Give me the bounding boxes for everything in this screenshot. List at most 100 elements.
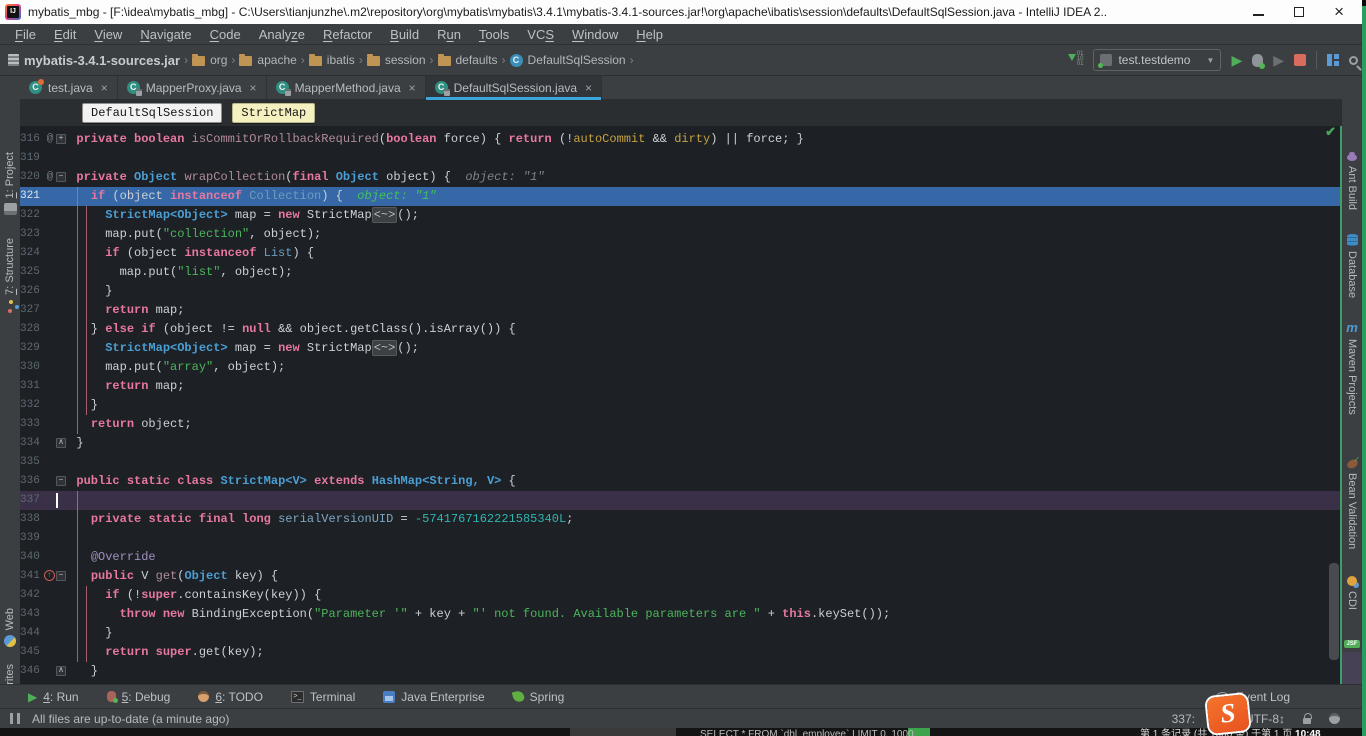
code-line-316[interactable]: 316@+ private boolean isCommitOrRollback… <box>20 130 1342 149</box>
code-line-340[interactable]: 340 @Override <box>20 548 1342 567</box>
run-configuration-select[interactable]: test.testdemo ▼ <box>1093 49 1221 71</box>
code-line-327[interactable]: 327 return map; <box>20 301 1342 320</box>
code-line-339[interactable]: 339 <box>20 529 1342 548</box>
annotation-gutter-icon[interactable]: @ <box>44 130 56 149</box>
code-line-336[interactable]: 336− public static class StrictMap<V> ex… <box>20 472 1342 491</box>
tool-window-button-Ant Build[interactable]: Ant Build <box>1342 154 1362 210</box>
bytecode-order-icon[interactable]: 011001 <box>1067 52 1083 68</box>
code-line-325[interactable]: 325 map.put("list", object); <box>20 263 1342 282</box>
code-line-332[interactable]: 332 } <box>20 396 1342 415</box>
code-line-335[interactable]: 335 <box>20 453 1342 472</box>
file-encoding[interactable]: UTF-8↕ <box>1245 712 1285 726</box>
overriding-method-icon[interactable]: ↑ <box>44 570 55 581</box>
menu-item-window[interactable]: Window <box>563 27 627 42</box>
menu-item-code[interactable]: Code <box>201 27 250 42</box>
editor-tab-DefaultSqlSession.java[interactable]: CDefaultSqlSession.java× <box>426 76 602 99</box>
fold-marker-icon[interactable]: ∧ <box>56 666 66 676</box>
menu-item-analyze[interactable]: Analyze <box>250 27 314 42</box>
fold-marker-icon[interactable]: − <box>56 571 66 581</box>
breadcrumb-item[interactable]: org <box>192 53 227 67</box>
code-line-326[interactable]: 326 } <box>20 282 1342 301</box>
maximize-button[interactable] <box>1294 7 1304 17</box>
run-with-coverage-button[interactable]: ▶ <box>1273 53 1284 67</box>
code-line-338[interactable]: 338 private static final long serialVers… <box>20 510 1342 529</box>
structure-chip-DefaultSqlSession[interactable]: DefaultSqlSession <box>82 103 222 123</box>
code-line-320[interactable]: 320@− private Object wrapCollection(fina… <box>20 168 1342 187</box>
code-line-330[interactable]: 330 map.put("array", object); <box>20 358 1342 377</box>
tool-window-button-Spring[interactable]: Spring <box>513 690 565 704</box>
code-line-329[interactable]: 329 StrictMap<Object> map = new StrictMa… <box>20 339 1342 358</box>
tool-window-button-Web[interactable]: Web <box>0 608 20 647</box>
stop-button[interactable] <box>1294 54 1306 66</box>
code-line-322[interactable]: 322 StrictMap<Object> map = new StrictMa… <box>20 206 1342 225</box>
run-button[interactable]: ▶ <box>1231 53 1242 67</box>
breadcrumb-item[interactable]: mybatis-3.4.1-sources.jar <box>8 53 180 68</box>
code-line-346[interactable]: 346∧ } <box>20 662 1342 681</box>
code-line-342[interactable]: 342 if (!super.containsKey(key)) { <box>20 586 1342 605</box>
breadcrumb-item[interactable]: session <box>367 53 426 67</box>
tool-window-button-Java Enterprise[interactable]: Java Enterprise <box>383 690 484 704</box>
structure-chip-StrictMap[interactable]: StrictMap <box>232 103 315 123</box>
code-line-328[interactable]: 328 } else if (object != null && object.… <box>20 320 1342 339</box>
toggle-toolwindows-icon[interactable] <box>10 713 20 724</box>
code-line-331[interactable]: 331 return map; <box>20 377 1342 396</box>
close-tab-icon[interactable]: × <box>409 81 416 95</box>
editor-tab-test.java[interactable]: Ctest.java× <box>20 76 118 99</box>
code-line-343[interactable]: 343 throw new BindingException("Paramete… <box>20 605 1342 624</box>
code-line-334[interactable]: 334∧ } <box>20 434 1342 453</box>
lock-icon[interactable] <box>1303 718 1311 724</box>
code-line-319[interactable]: 319 <box>20 149 1342 168</box>
menu-item-run[interactable]: Run <box>428 27 470 42</box>
fold-marker-icon[interactable]: − <box>56 172 66 182</box>
tool-window-button-Terminal[interactable]: >_Terminal <box>291 690 355 704</box>
tool-window-button-Bean Validation[interactable]: Bean Validation <box>1342 460 1362 549</box>
inspections-ok-icon[interactable]: ✔ <box>1325 124 1336 140</box>
menu-item-file[interactable]: File <box>6 27 45 42</box>
fold-marker-icon[interactable]: + <box>56 134 66 144</box>
code-line-323[interactable]: 323 map.put("collection", object); <box>20 225 1342 244</box>
tool-window-button-1: Project[interactable]: 1: Project <box>0 152 20 215</box>
debug-button[interactable] <box>1252 54 1263 67</box>
code-line-321[interactable]: 321 if (object instanceof Collection) { … <box>20 187 1342 206</box>
tool-window-button-Maven Projects[interactable]: mMaven Projects <box>1342 322 1362 415</box>
code-line-337[interactable]: 337 <box>20 491 1342 510</box>
editor-tab-MapperProxy.java[interactable]: CMapperProxy.java× <box>118 76 267 99</box>
menu-item-refactor[interactable]: Refactor <box>314 27 381 42</box>
tool-window-button-Database[interactable]: Database <box>1342 234 1362 298</box>
editor[interactable]: DefaultSqlSession StrictMap 316@+ private… <box>20 100 1342 684</box>
menu-item-navigate[interactable]: Navigate <box>131 27 200 42</box>
tool-window-button-6: TODO[interactable]: 6: TODO <box>198 690 263 704</box>
menu-item-build[interactable]: Build <box>381 27 428 42</box>
menu-item-tools[interactable]: Tools <box>470 27 518 42</box>
close-tab-icon[interactable]: × <box>101 81 108 95</box>
code-line-333[interactable]: 333 return object; <box>20 415 1342 434</box>
search-everywhere-icon[interactable] <box>1349 56 1358 65</box>
tool-windows-icon[interactable] <box>1327 54 1339 66</box>
menu-item-edit[interactable]: Edit <box>45 27 85 42</box>
fold-marker-icon[interactable]: − <box>56 476 66 486</box>
breadcrumb-item[interactable]: defaults <box>438 53 498 67</box>
editor-tab-MapperMethod.java[interactable]: CMapperMethod.java× <box>267 76 426 99</box>
hector-inspector-icon[interactable] <box>1329 713 1340 724</box>
breadcrumb-item[interactable]: ibatis <box>309 53 355 67</box>
code-line-344[interactable]: 344 } <box>20 624 1342 643</box>
minimize-button[interactable] <box>1253 14 1264 16</box>
code-line-324[interactable]: 324 if (object instanceof List) { <box>20 244 1342 263</box>
menu-item-vcs[interactable]: VCS <box>518 27 563 42</box>
fold-marker-icon[interactable]: ∧ <box>56 438 66 448</box>
tool-window-button-4: Run[interactable]: ▶4: Run <box>28 690 79 704</box>
menu-item-view[interactable]: View <box>85 27 131 42</box>
code-line-341[interactable]: 341↑− public V get(Object key) { <box>20 567 1342 586</box>
close-button[interactable]: × <box>1334 5 1344 19</box>
breadcrumb-item[interactable]: CDefaultSqlSession <box>510 53 626 67</box>
tool-window-button-CDI[interactable]: CDI <box>1342 576 1362 610</box>
breadcrumb-item[interactable]: apache <box>239 53 296 67</box>
close-tab-icon[interactable]: × <box>585 81 592 95</box>
menu-item-help[interactable]: Help <box>627 27 672 42</box>
tool-window-button-7: Structure[interactable]: 7: Structure <box>0 238 20 312</box>
close-tab-icon[interactable]: × <box>250 81 257 95</box>
editor-scrollbar[interactable] <box>1329 563 1339 660</box>
code-line-345[interactable]: 345 return super.get(key); <box>20 643 1342 662</box>
status-message[interactable]: All files are up-to-date (a minute ago) <box>32 712 229 726</box>
caret-position[interactable]: 337: <box>1172 712 1195 726</box>
